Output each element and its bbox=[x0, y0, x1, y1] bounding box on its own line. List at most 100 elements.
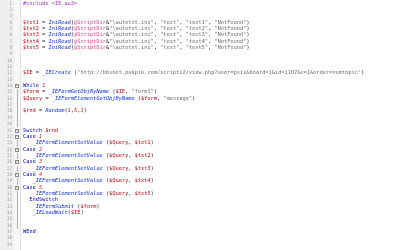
code-token: IniRead bbox=[48, 32, 71, 39]
fold-toggle-icon[interactable]: − bbox=[15, 147, 19, 152]
code-line[interactable]: 36 bbox=[0, 222, 400, 230]
code-editor[interactable]: 1 #include <IE.au3> 2 3 4 $txt1 = IniRead(@Sc… bbox=[0, 0, 400, 250]
code-line[interactable]: 29 _IEFormElementSetValue ($Query, $txt4… bbox=[0, 178, 400, 185]
code-line[interactable]: 30− Case 5 bbox=[0, 185, 400, 191]
fold-toggle-icon[interactable]: − bbox=[15, 160, 19, 165]
code-text: Case 5 bbox=[23, 185, 42, 191]
code-line[interactable]: 5 $txt2 = IniRead(@ScriptDir&"\autotxt.in… bbox=[0, 26, 400, 32]
code-token: 2 bbox=[38, 146, 43, 153]
code-line[interactable]: 12 $IE = _IECreate ("http://bbsnet.pukpik… bbox=[0, 70, 400, 76]
code-line[interactable]: 21− Switch $rnd bbox=[0, 128, 400, 134]
code-line[interactable]: 35 bbox=[0, 216, 400, 223]
code-line[interactable]: 34 _IELoadWait($IE) bbox=[0, 210, 400, 217]
code-line[interactable]: 31 _IEFormElementSetValue ($Query, $txt5… bbox=[0, 191, 400, 198]
code-token: ) bbox=[361, 70, 365, 77]
code-line[interactable]: 39 bbox=[0, 242, 400, 248]
code-line[interactable]: 6 $txt3 = IniRead(@ScriptDir&"\autotxt.in… bbox=[0, 32, 400, 38]
code-line[interactable]: 37 WEnd bbox=[0, 229, 400, 235]
code-token: $txt1 bbox=[23, 19, 39, 26]
code-text: $txt2 = IniRead(@ScriptDir&"\autotxt.ini… bbox=[23, 26, 250, 32]
fold-toggle-icon[interactable]: − bbox=[15, 172, 19, 177]
code-text: $txt3 = IniRead(@ScriptDir&"\autotxt.ini… bbox=[23, 32, 250, 38]
code-token: $Query bbox=[109, 152, 129, 159]
code-token: _IEFormElementSetValue bbox=[32, 140, 103, 147]
code-token: $txt2 bbox=[134, 152, 151, 159]
code-token: "text5" bbox=[185, 44, 209, 51]
code-line[interactable]: 4 $txt1 = IniRead(@ScriptDir&"\autotxt.in… bbox=[0, 20, 400, 26]
code-text: _IEFormElementSetValue ($Query, $txt3) bbox=[23, 166, 154, 172]
code-token: "\autotxt.ini" bbox=[109, 19, 154, 26]
line-number: 31 bbox=[6, 191, 12, 196]
code-token: IniRead bbox=[48, 19, 71, 26]
code-line[interactable]: 7 $txt4 = IniRead(@ScriptDir&"\autotxt.in… bbox=[0, 39, 400, 45]
code-token: $form bbox=[141, 95, 157, 102]
code-token: "text" bbox=[160, 25, 180, 32]
code-token: "\autotxt.ini" bbox=[109, 25, 154, 32]
code-line[interactable]: 9 bbox=[0, 51, 400, 57]
code-line[interactable]: 33 _IEFormSubmit ($form) bbox=[0, 203, 400, 211]
code-line[interactable]: 28− Case 4 bbox=[0, 172, 400, 178]
code-token: ) bbox=[150, 140, 154, 147]
code-token: $Query bbox=[23, 95, 43, 102]
code-token: _IEFormElementSetValue bbox=[32, 178, 103, 185]
code-line[interactable]: 17 bbox=[0, 102, 400, 109]
code-line[interactable]: 20 bbox=[0, 121, 400, 128]
code-token: "\autotxt.ini" bbox=[109, 44, 154, 51]
code-token: @ScriptDir bbox=[74, 25, 106, 32]
code-line[interactable]: 16 $Query = _IEFormElementGetObjByName ($… bbox=[0, 95, 400, 103]
code-line[interactable]: 23 _IEFormElementSetValue ($Query, $txt1… bbox=[0, 140, 400, 147]
code-token: "text3" bbox=[185, 32, 209, 39]
code-token: 4 bbox=[38, 171, 43, 178]
code-token: ) bbox=[246, 44, 250, 51]
code-line[interactable]: 27 _IEFormElementSetValue ($Query, $txt3… bbox=[0, 165, 400, 172]
code-token: Case bbox=[23, 159, 39, 166]
line-number: 9 bbox=[9, 51, 12, 57]
code-line[interactable]: 25 _IEFormElementSetValue ($Query, $txt2… bbox=[0, 152, 400, 160]
code-line[interactable]: 1 #include <IE.au3> bbox=[0, 1, 400, 7]
code-token: @ScriptDir bbox=[74, 44, 106, 51]
line-number: 30 bbox=[6, 184, 12, 190]
fold-toggle-icon[interactable]: − bbox=[15, 185, 19, 190]
fold-toggle-icon[interactable]: − bbox=[15, 128, 19, 133]
code-line[interactable]: 14− While 1 bbox=[0, 83, 400, 89]
code-line[interactable]: 10 bbox=[0, 58, 400, 64]
code-line[interactable]: 13 bbox=[0, 77, 400, 83]
code-token: = bbox=[38, 44, 49, 51]
code-line[interactable]: 11 bbox=[0, 64, 400, 70]
code-token: $Query bbox=[109, 191, 129, 197]
code-token: "text" bbox=[160, 44, 180, 51]
code-token: "text" bbox=[160, 19, 180, 26]
fold-toggle-icon[interactable]: − bbox=[15, 134, 19, 139]
code-token: Case bbox=[23, 184, 39, 191]
code-token: ) bbox=[246, 19, 250, 26]
code-line[interactable]: 18 $rnd = Random(1,5,1) bbox=[0, 108, 400, 115]
code-token: ) bbox=[150, 165, 154, 172]
code-token: _IEFormElementSetValue bbox=[32, 152, 103, 159]
code-token: "text4" bbox=[185, 38, 209, 45]
code-line[interactable]: 24− Case 2 bbox=[0, 147, 400, 153]
code-text: _IELoadWait($IE) bbox=[23, 210, 84, 216]
line-number: 20 bbox=[6, 121, 12, 127]
code-line[interactable]: 22− Case 1 bbox=[0, 134, 400, 140]
code-token: "NotFound" bbox=[214, 44, 247, 51]
code-line[interactable]: 19 bbox=[0, 114, 400, 122]
code-token: = bbox=[42, 95, 52, 102]
code-line[interactable]: 8 $txt5 = IniRead(@ScriptDir&"\autotxt.in… bbox=[0, 45, 400, 51]
line-number: 39 bbox=[6, 241, 12, 247]
code-line[interactable]: 15 $form = _IEFormGetObjByName ($IE, "for… bbox=[0, 89, 400, 96]
code-token: ) bbox=[246, 32, 250, 39]
code-token: $txt1 bbox=[134, 140, 151, 147]
code-line[interactable]: 26− Case 3 bbox=[0, 159, 400, 165]
code-line[interactable]: 32 EndSwitch bbox=[0, 197, 400, 204]
code-token: "NotFound" bbox=[214, 25, 247, 32]
code-token: $txt3 bbox=[23, 32, 39, 39]
code-line[interactable]: 3 bbox=[0, 13, 400, 19]
code-line[interactable]: 2 bbox=[0, 7, 400, 13]
code-text: $txt4 = IniRead(@ScriptDir&"\autotxt.ini… bbox=[23, 39, 250, 45]
code-line[interactable]: 38 bbox=[0, 235, 400, 241]
line-number: 5 bbox=[9, 25, 12, 31]
fold-toggle-icon[interactable]: − bbox=[15, 84, 19, 89]
line-number: 8 bbox=[9, 44, 12, 50]
